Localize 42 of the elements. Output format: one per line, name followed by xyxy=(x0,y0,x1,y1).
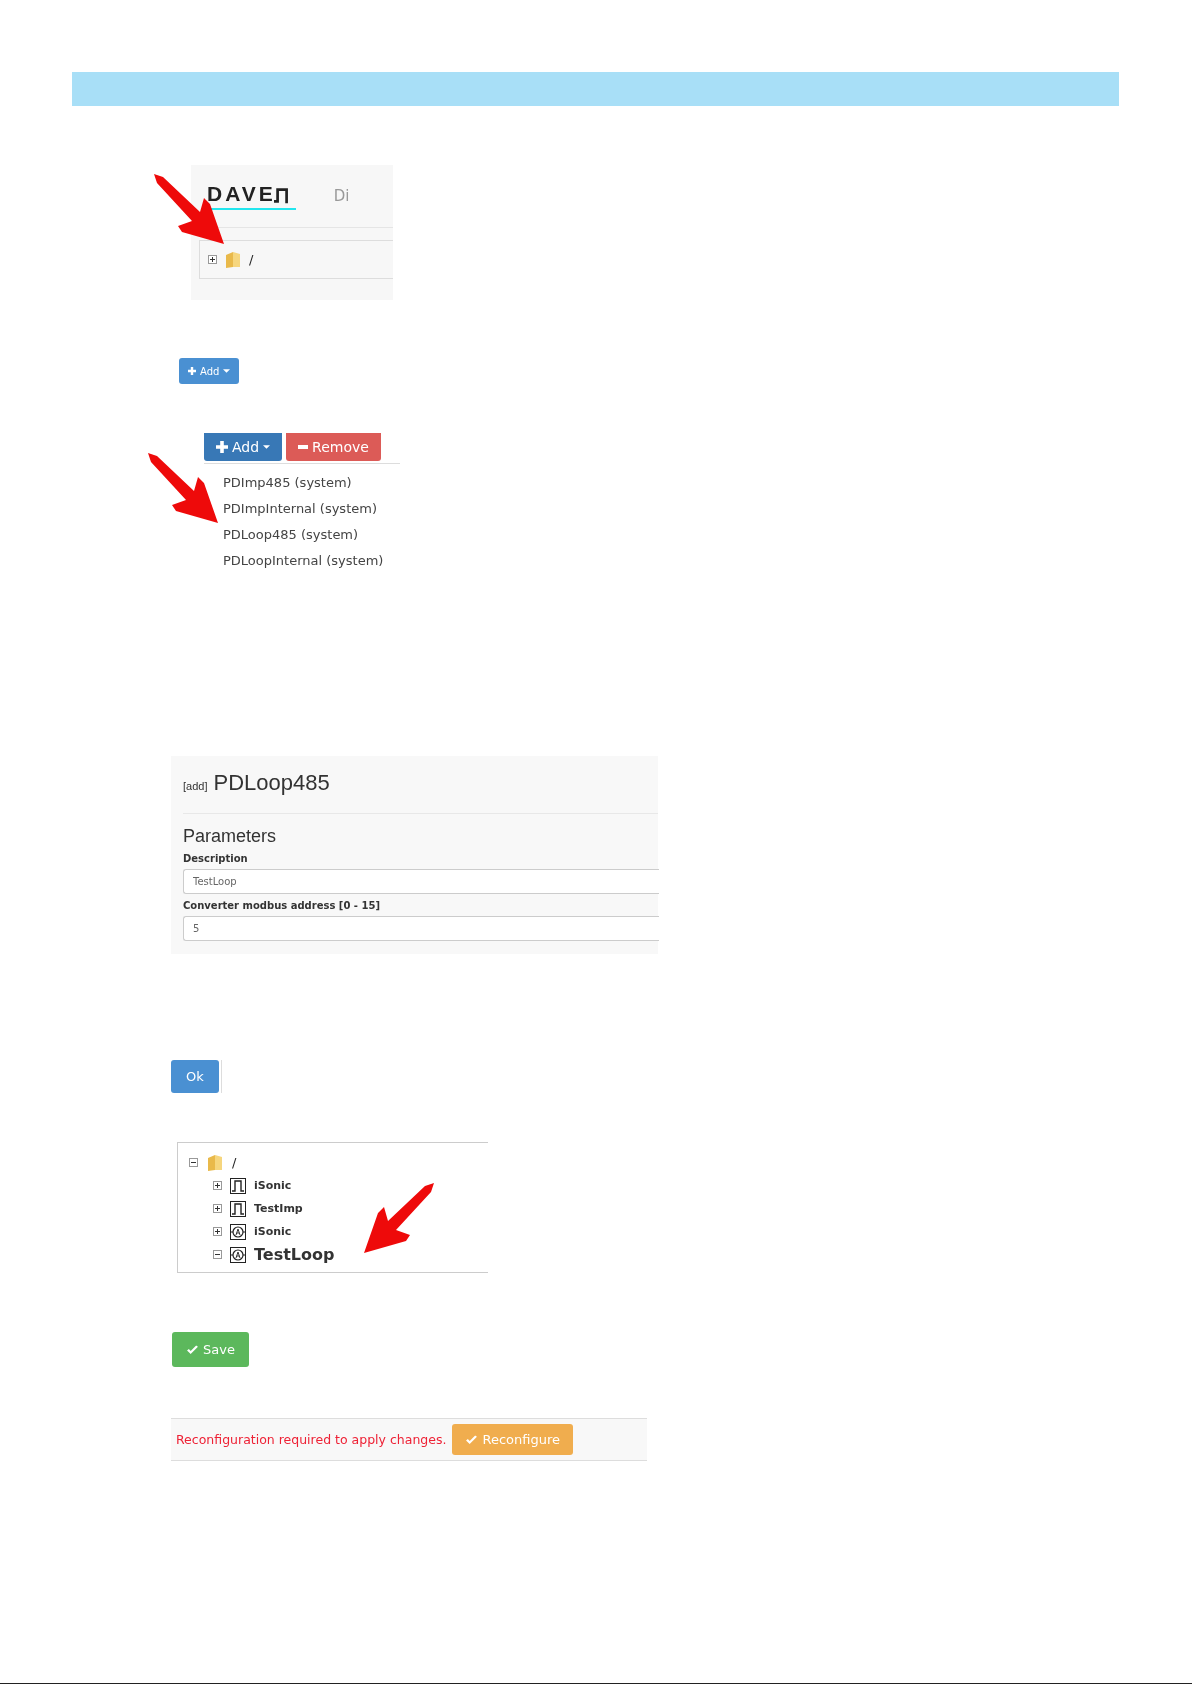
menu-item[interactable]: PDImpInternal (system) xyxy=(223,496,400,522)
tree-item[interactable]: iSonic xyxy=(254,1179,292,1192)
collapse-icon[interactable] xyxy=(189,1158,198,1167)
check-icon xyxy=(186,1344,199,1355)
minus-icon xyxy=(298,445,309,449)
form-title: PDLoop485 xyxy=(213,770,330,796)
gauge-icon xyxy=(230,1246,246,1263)
arrow-drawing xyxy=(148,453,218,523)
menu-item[interactable]: PDImp485 (system) xyxy=(223,470,400,496)
caret-icon xyxy=(263,445,271,449)
pulse-icon xyxy=(230,1177,246,1194)
expand-icon[interactable] xyxy=(213,1227,222,1236)
expand-icon[interactable] xyxy=(208,255,217,264)
nav-text: Di xyxy=(333,187,350,205)
input-field[interactable]: TestLoop xyxy=(183,869,659,894)
caret-icon xyxy=(223,369,231,373)
warning-message: Reconfiguration required to apply changes. xyxy=(176,1432,447,1447)
tree-item[interactable]: TestImp xyxy=(254,1202,303,1215)
field-label: Description xyxy=(183,853,249,864)
tree-item[interactable]: iSonic xyxy=(254,1225,292,1238)
collapse-icon[interactable] xyxy=(213,1250,222,1259)
pulse-icon xyxy=(230,1200,246,1217)
remove-button[interactable]: Remove xyxy=(286,433,381,461)
add-button[interactable]: Add xyxy=(204,433,283,461)
section-title: Parameters xyxy=(183,826,278,847)
gauge-icon xyxy=(230,1223,246,1240)
tree-item[interactable]: TestLoop xyxy=(254,1245,335,1264)
folder-icon xyxy=(207,1153,223,1172)
folder-icon xyxy=(225,250,241,269)
plus-icon xyxy=(188,367,196,375)
expand-icon[interactable] xyxy=(213,1181,222,1190)
expand-icon[interactable] xyxy=(213,1204,222,1213)
check-icon xyxy=(465,1434,479,1445)
menu-item[interactable]: PDLoopInternal (system) xyxy=(223,548,400,574)
tree-item[interactable]: / xyxy=(232,1155,237,1170)
plus-icon xyxy=(216,441,228,453)
menu-item[interactable]: PDLoop485 (system) xyxy=(223,522,400,548)
input-field[interactable]: 5 xyxy=(183,916,659,941)
tree-item[interactable]: / xyxy=(249,252,254,267)
arrow-drawing xyxy=(364,1183,434,1253)
mode-label: [add] xyxy=(183,780,208,792)
field-label: Converter modbus address [0 - 15] xyxy=(183,900,381,911)
